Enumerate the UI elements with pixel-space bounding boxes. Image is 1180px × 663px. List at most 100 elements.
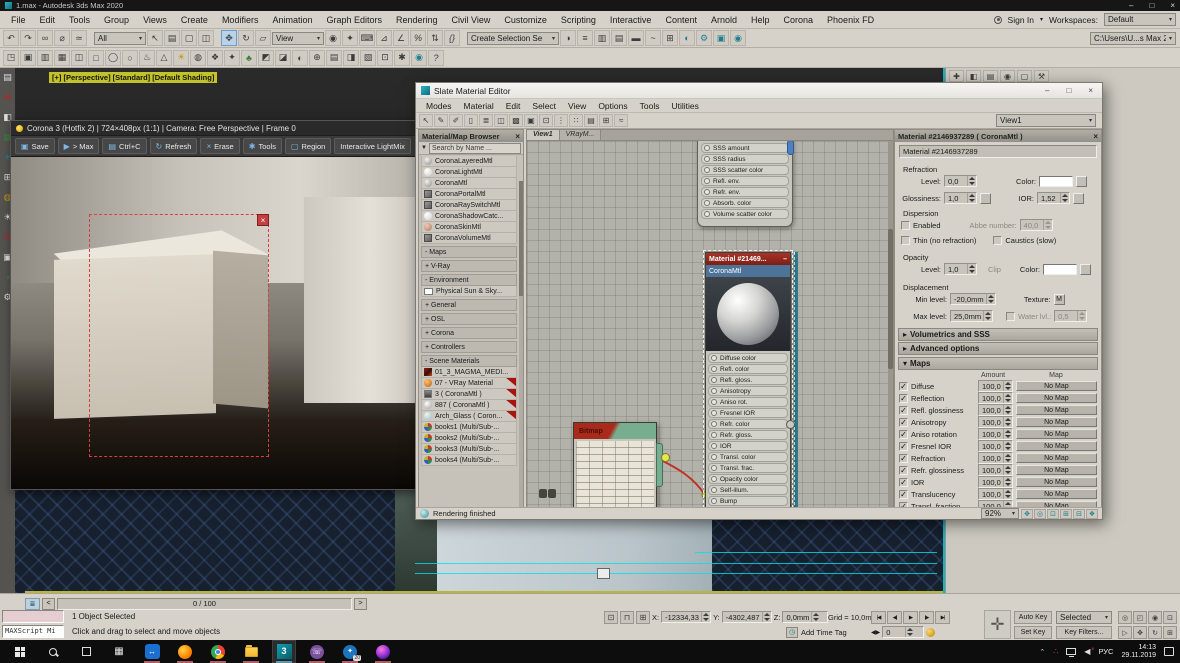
- section-corona[interactable]: + Corona: [421, 327, 517, 339]
- y-coordinate-field[interactable]: -4302,487: [722, 611, 772, 623]
- chrome-icon[interactable]: [206, 640, 230, 663]
- select-and-rotate-icon[interactable]: ↻: [238, 30, 254, 46]
- select-and-manipulate-icon[interactable]: ✦: [342, 30, 358, 46]
- slate-menu-item[interactable]: Options: [592, 100, 633, 112]
- align-icon[interactable]: ≡: [577, 30, 593, 46]
- strip-add-icon[interactable]: ✚: [4, 93, 12, 102]
- x-coordinate-field[interactable]: -12334,33: [661, 611, 711, 623]
- next-frame-button[interactable]: |▶: [919, 611, 934, 624]
- node-slot[interactable]: Aniso rot.: [708, 397, 788, 407]
- opacity-level-spinner[interactable]: 1,0: [944, 263, 977, 275]
- corona-region-button[interactable]: ▢Region: [285, 138, 331, 154]
- select-and-scale-icon[interactable]: ▱: [255, 30, 271, 46]
- map-amount-spinner[interactable]: 100,0: [978, 416, 1013, 428]
- pick-from-object-icon[interactable]: ≈: [614, 114, 628, 127]
- map-slot-button[interactable]: No Map: [1016, 405, 1097, 415]
- node-slot[interactable]: Refl. env.: [701, 176, 789, 186]
- half-sphere-icon[interactable]: ◐: [292, 50, 308, 66]
- map-enabled-checkbox[interactable]: ✓: [899, 442, 908, 451]
- material-list-item[interactable]: CoronaShadowCatc...: [421, 211, 517, 222]
- maximize-button[interactable]: □: [1149, 1, 1154, 10]
- pan-navigation-button[interactable]: ✛: [984, 610, 1011, 639]
- language-indicator[interactable]: РУС: [1098, 647, 1113, 656]
- menu-item[interactable]: Scripting: [554, 13, 603, 27]
- menu-item[interactable]: Modifiers: [215, 13, 266, 27]
- select-by-name-icon[interactable]: ▤: [164, 30, 180, 46]
- dot-box-icon[interactable]: ⊡: [377, 50, 393, 66]
- material-list-item[interactable]: CoronaPortalMtl: [421, 189, 517, 200]
- slate-close-button[interactable]: ×: [1088, 86, 1093, 95]
- map-slot-button[interactable]: No Map: [1016, 477, 1097, 487]
- map-slot-button[interactable]: No Map: [1016, 465, 1097, 475]
- star-icon[interactable]: ✦: [224, 50, 240, 66]
- isolate-selection-icon[interactable]: ⊡: [604, 611, 618, 624]
- window-crossing-icon[interactable]: ◫: [198, 30, 214, 46]
- maximize-viewport-icon[interactable]: ⊞: [1163, 626, 1177, 639]
- slot-socket-icon[interactable]: [704, 178, 710, 184]
- hide-unused-slots-icon[interactable]: ◫: [494, 114, 508, 127]
- hatch-icon[interactable]: ▧: [360, 50, 376, 66]
- hierarchy-tab-icon[interactable]: ▤: [983, 70, 998, 82]
- slot-socket-icon[interactable]: [711, 410, 717, 416]
- firefox-icon[interactable]: [173, 640, 197, 663]
- frame-step-icon[interactable]: ◀▶: [871, 629, 880, 636]
- scene-material-item[interactable]: books2 (Multi/Sub-...: [421, 433, 517, 444]
- keyboard-override-icon[interactable]: ⌨: [359, 30, 375, 46]
- slot-socket-icon[interactable]: [711, 421, 717, 427]
- zoom-region-icon[interactable]: ⊡: [1163, 611, 1177, 624]
- map-enabled-checkbox[interactable]: ✓: [899, 466, 908, 475]
- add-time-tag[interactable]: Add Time Tag: [801, 628, 847, 637]
- map-slot-button[interactable]: No Map: [1016, 429, 1097, 439]
- time-slider[interactable]: 0 / 100: [57, 598, 352, 610]
- corona-tools-button[interactable]: ✱Tools: [243, 138, 282, 154]
- volume-muted-icon[interactable]: ◀×: [1084, 647, 1090, 656]
- browser-scrollbar[interactable]: [519, 181, 523, 508]
- absolute-mode-icon[interactable]: ⊞: [636, 611, 650, 624]
- material-id-icon[interactable]: ▤: [584, 114, 598, 127]
- z-coordinate-field[interactable]: 0,0mm: [782, 611, 828, 623]
- show-preview-icon[interactable]: ▯: [464, 114, 478, 127]
- material-preview[interactable]: [706, 277, 790, 351]
- antivirus-tray-icon[interactable]: ∴: [1053, 647, 1058, 656]
- scene-material-item[interactable]: 07 - VRay Material: [421, 378, 517, 389]
- slot-socket-icon[interactable]: [704, 145, 710, 151]
- menu-item[interactable]: File: [4, 13, 33, 27]
- params-close-icon[interactable]: ×: [1093, 132, 1098, 141]
- scene-material-item[interactable]: Arch_Glass ( Coron...: [421, 411, 517, 422]
- play-button[interactable]: ▶: [903, 611, 918, 624]
- caustics-checkbox[interactable]: [993, 236, 1002, 245]
- node-output-socket[interactable]: [786, 420, 795, 429]
- show-end-result-icon[interactable]: ⊡: [539, 114, 553, 127]
- go-to-start-button[interactable]: |◀: [871, 611, 886, 624]
- map-slot-button[interactable]: No Map: [1016, 489, 1097, 499]
- teapot-icon[interactable]: ♨: [139, 50, 155, 66]
- wedge-right-icon[interactable]: ◪: [275, 50, 291, 66]
- target-icon[interactable]: ◉: [411, 50, 427, 66]
- menu-item[interactable]: Interactive: [603, 13, 659, 27]
- viber-icon[interactable]: ☏: [305, 640, 329, 663]
- go-to-end-button[interactable]: ▶|: [935, 611, 950, 624]
- node-slot[interactable]: SSS radius: [701, 154, 789, 164]
- show-background-icon[interactable]: ▩: [509, 114, 523, 127]
- messenger-badge-icon[interactable]: ✦: [338, 640, 362, 663]
- slate-menu-item[interactable]: Modes: [420, 100, 458, 112]
- file-explorer-icon[interactable]: [239, 640, 263, 663]
- bitmap-node[interactable]: Bitmap: [573, 422, 657, 509]
- project-folder-select[interactable]: C:\Users\U...s Max 2020▾: [1090, 32, 1176, 45]
- corona-material-node[interactable]: Material #21469...– CoronaMtl Diffuse co…: [705, 252, 791, 509]
- node-slot[interactable]: Refl. gloss.: [708, 375, 788, 385]
- node-view-zoom-select[interactable]: 92%▾: [981, 508, 1019, 519]
- ior-map-button[interactable]: [1073, 193, 1084, 204]
- slot-socket-icon[interactable]: [711, 377, 717, 383]
- motion-tab-icon[interactable]: ◉: [1000, 70, 1015, 82]
- maxscript-mini-listener[interactable]: MAXScript Mi: [2, 625, 64, 638]
- set-key-button[interactable]: Set Key: [1014, 626, 1052, 639]
- node-slot[interactable]: Bump: [708, 496, 788, 506]
- node-view-scroll-strip[interactable]: [794, 252, 798, 509]
- start-button[interactable]: [8, 640, 32, 663]
- corona-erase-button[interactable]: ×Erase: [200, 138, 239, 154]
- snaps-toggle-icon[interactable]: ⊿: [376, 30, 392, 46]
- compass-icon[interactable]: ❖: [207, 50, 223, 66]
- node-collapse-icon[interactable]: –: [783, 256, 787, 263]
- map-amount-spinner[interactable]: 100,0: [978, 440, 1013, 452]
